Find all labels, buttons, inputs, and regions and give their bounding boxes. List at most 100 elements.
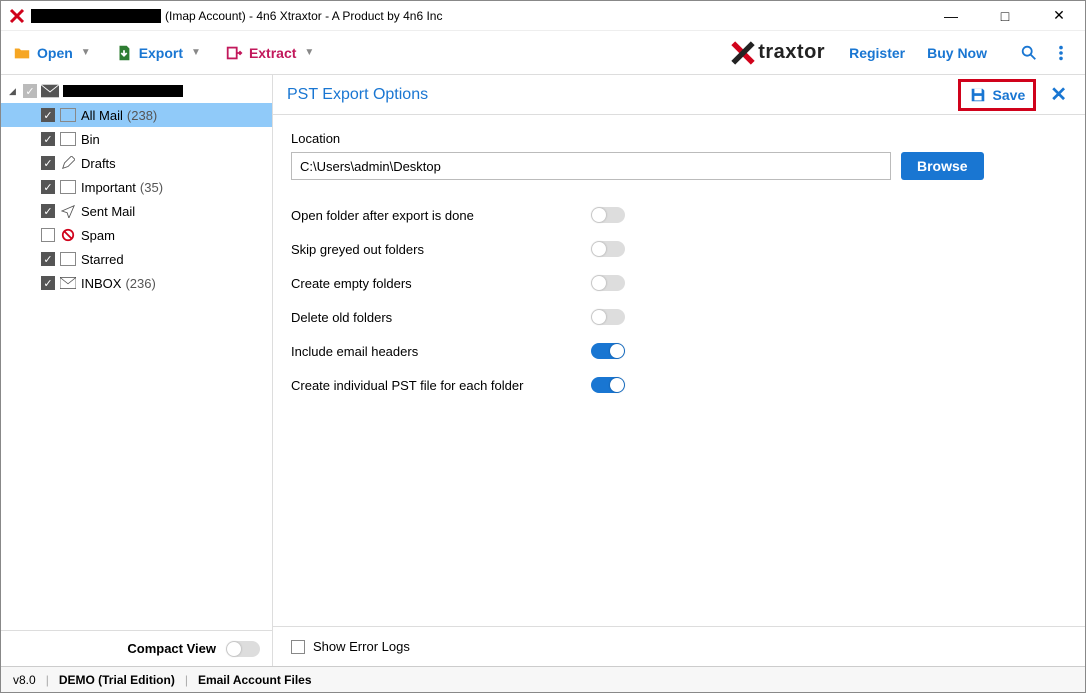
extract-icon [225,44,243,62]
window-minimize-button[interactable]: ― [933,2,969,30]
folder-label: Starred [81,252,124,267]
context-label: Email Account Files [198,673,312,687]
save-icon [969,86,987,104]
open-menu-button[interactable]: Open ▼ [13,44,91,62]
panel-close-button[interactable]: ✕ [1046,82,1071,107]
option-row: Delete old folders [291,300,1067,334]
version-label: v8.0 [13,673,36,687]
option-label: Create individual PST file for each fold… [291,378,591,393]
folder-icon [59,204,77,218]
show-error-logs-checkbox[interactable] [291,640,305,654]
tree-item-spam[interactable]: Spam [1,223,272,247]
folder-icon [59,108,77,122]
folder-checkbox[interactable]: ✓ [41,276,55,290]
folder-icon [59,252,77,266]
window-maximize-button[interactable]: □ [987,2,1023,30]
folder-label: Bin [81,132,100,147]
folder-tree-sidebar: ◢ ✓ ✓All Mail (238)✓Bin✓Drafts✓Important… [1,75,273,666]
save-button[interactable]: Save [969,86,1026,104]
folder-checkbox[interactable]: ✓ [41,132,55,146]
more-menu-button[interactable] [1049,41,1073,65]
save-highlight-box: Save [958,79,1037,111]
folder-label: Sent Mail [81,204,135,219]
option-toggle[interactable] [591,275,625,291]
folder-checkbox[interactable]: ✓ [41,204,55,218]
export-label: Export [139,45,183,61]
option-toggle[interactable] [591,207,625,223]
folder-label: Spam [81,228,115,243]
browse-button[interactable]: Browse [901,152,984,180]
option-row: Include email headers [291,334,1067,368]
tree-item-important[interactable]: ✓ Important (35) [1,175,272,199]
option-label: Open folder after export is done [291,208,591,223]
tree-root-row[interactable]: ◢ ✓ [1,79,272,103]
option-toggle[interactable] [591,377,625,393]
window-close-button[interactable]: ✕ [1041,2,1077,30]
option-toggle[interactable] [591,241,625,257]
option-label: Create empty folders [291,276,591,291]
location-label: Location [291,131,1067,146]
root-checkbox[interactable]: ✓ [23,84,37,98]
folder-checkbox[interactable]: ✓ [41,108,55,122]
tree-item-starred[interactable]: ✓ Starred [1,247,272,271]
option-row: Create empty folders [291,266,1067,300]
tree-item-drafts[interactable]: ✓ Drafts [1,151,272,175]
chevron-down-icon: ▼ [304,47,314,58]
location-input[interactable] [291,152,891,180]
option-row: Create individual PST file for each fold… [291,368,1067,402]
window-title: (Imap Account) - 4n6 Xtraxtor - A Produc… [165,9,442,23]
folder-label: Drafts [81,156,116,171]
edition-label: DEMO (Trial Edition) [59,673,175,687]
collapse-icon[interactable]: ◢ [9,86,19,97]
kebab-icon [1052,44,1070,62]
tree-item-bin[interactable]: ✓ Bin [1,127,272,151]
brand-x-icon [730,40,756,66]
folder-icon [59,277,77,289]
folder-label: All Mail [81,108,123,123]
tree-item-all-mail[interactable]: ✓All Mail (238) [1,103,272,127]
option-toggle[interactable] [591,309,625,325]
main-toolbar: Open ▼ Export ▼ Extract ▼ traxtor Regist… [1,31,1085,75]
extract-label: Extract [249,45,296,61]
status-bar: v8.0 | DEMO (Trial Edition) | Email Acco… [1,666,1085,692]
option-label: Delete old folders [291,310,591,325]
folder-count: (236) [125,276,155,291]
option-label: Include email headers [291,344,591,359]
folder-icon [59,228,77,242]
sidebar-footer: Compact View [1,630,272,666]
folder-checkbox[interactable]: ✓ [41,252,55,266]
compact-view-toggle[interactable] [226,641,260,657]
folder-label: INBOX [81,276,121,291]
mail-icon [41,84,59,98]
folder-count: (35) [140,180,163,195]
app-logo-icon [9,8,25,24]
folder-icon [59,156,77,170]
buy-now-link[interactable]: Buy Now [927,45,987,61]
search-icon [1020,44,1038,62]
folder-icon [59,180,77,194]
show-error-logs-label: Show Error Logs [313,639,410,654]
titlebar: (Imap Account) - 4n6 Xtraxtor - A Produc… [1,1,1085,31]
tree-item-sent-mail[interactable]: ✓ Sent Mail [1,199,272,223]
account-name-redacted [31,9,161,23]
panel-header: PST Export Options Save ✕ [273,75,1085,115]
option-toggle[interactable] [591,343,625,359]
root-label-redacted [63,85,183,97]
register-link[interactable]: Register [849,45,905,61]
panel-title: PST Export Options [287,86,428,104]
folder-icon [59,132,77,146]
panel-footer: Show Error Logs [273,626,1085,666]
folder-open-icon [13,44,31,62]
option-row: Skip greyed out folders [291,232,1067,266]
export-menu-button[interactable]: Export ▼ [115,44,201,62]
search-button[interactable] [1017,41,1041,65]
extract-menu-button[interactable]: Extract ▼ [225,44,314,62]
tree-item-inbox[interactable]: ✓ INBOX (236) [1,271,272,295]
compact-view-label: Compact View [127,641,216,656]
folder-checkbox[interactable] [41,228,55,242]
save-label: Save [993,87,1026,103]
folder-checkbox[interactable]: ✓ [41,156,55,170]
chevron-down-icon: ▼ [191,47,201,58]
folder-label: Important [81,180,136,195]
folder-checkbox[interactable]: ✓ [41,180,55,194]
